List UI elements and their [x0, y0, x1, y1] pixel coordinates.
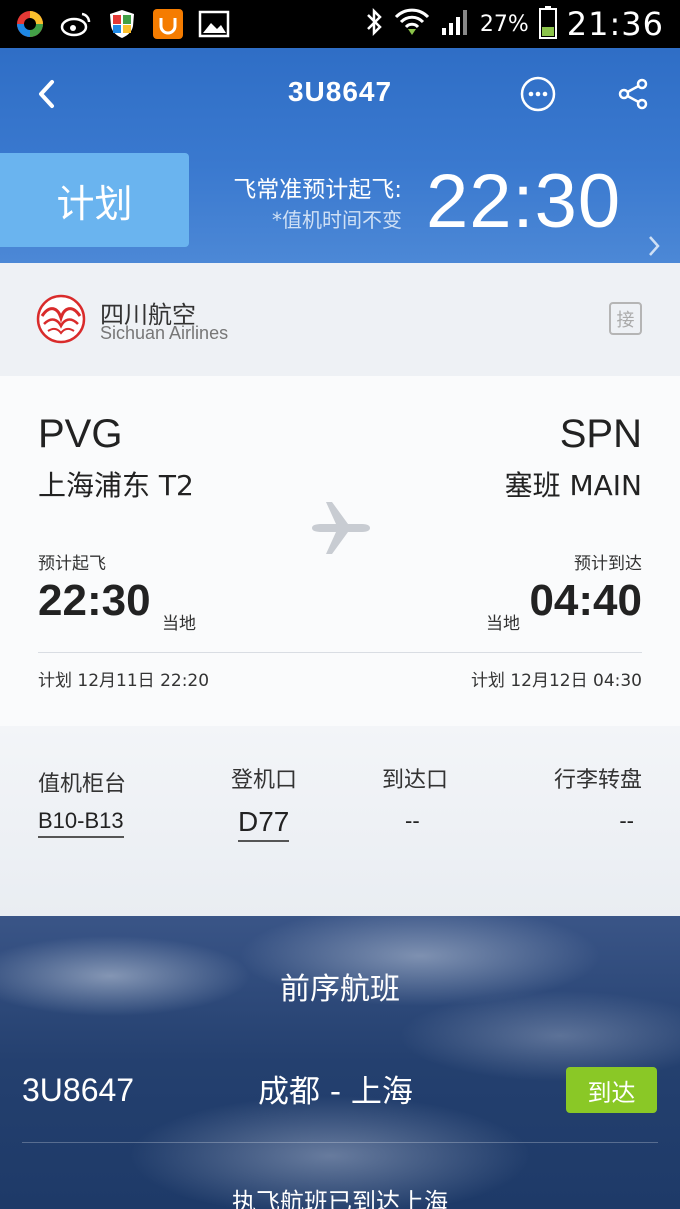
boarding-gate-value[interactable]: D77: [238, 806, 290, 842]
divider: [22, 1142, 658, 1143]
didi-icon: [152, 8, 184, 40]
previous-flight-title: 前序航班: [280, 972, 400, 1007]
battery-percent: 27%: [479, 11, 529, 37]
origin-code: PVG: [38, 412, 123, 456]
departure-local-label: 当地: [162, 614, 196, 634]
flight-status-tag: 计划: [0, 153, 189, 247]
baggage-carousel-label: 行李转盘: [553, 768, 642, 793]
origin-city: 上海浦东 T2: [38, 469, 194, 502]
clock: 21:36: [566, 5, 664, 43]
app-notification-icon: [14, 8, 46, 40]
arrived-status-badge: 到达: [566, 1067, 657, 1113]
arrival-time: 04:40: [529, 576, 642, 625]
departure-time: 22:30: [38, 576, 151, 625]
status-bar: 27% 21:36: [0, 0, 680, 48]
airline-name-en: Sichuan Airlines: [100, 323, 229, 343]
bluetooth-icon: [364, 7, 384, 41]
flight-header: 3U8647 计划 飞常准预计起飞: *值机时间不变 22:30: [0, 48, 680, 263]
airplane-icon: [308, 496, 372, 560]
previous-flight-route[interactable]: 成都 - 上海: [258, 1066, 413, 1111]
security-shield-icon: [106, 8, 138, 40]
planned-departure: 计划 12月11日 22:20: [38, 671, 210, 691]
route-card: PVG SPN 上海浦东 T2 塞班 MAIN 预计起飞 预计到达 22:30 …: [0, 376, 680, 726]
more-options-icon[interactable]: [520, 76, 556, 112]
sichuan-airlines-logo-icon: [36, 294, 86, 344]
airline-info: 四川航空 Sichuan Airlines 接: [0, 263, 680, 376]
gate-info: 值机柜台 B10-B13 登机口 D77 到达口 -- 行李转盘 --: [0, 726, 680, 916]
estimate-note: *值机时间不变: [272, 208, 402, 232]
chevron-right-icon[interactable]: [647, 234, 661, 258]
previous-flight-section: 前序航班 3U8647 成都 - 上海 到达 执飞航班已到达上海: [0, 916, 680, 1209]
checkin-counter-value[interactable]: B10-B13: [38, 808, 124, 838]
destination-code: SPN: [559, 412, 642, 456]
estimate-label: 飞常准预计起飞:: [233, 177, 402, 203]
battery-icon: [538, 5, 557, 43]
planned-arrival: 计划 12月12日 04:30: [470, 671, 642, 691]
previous-flight-note: 执飞航班已到达上海: [232, 1188, 448, 1209]
estimated-departure-time[interactable]: 22:30: [426, 158, 621, 245]
arrival-local-label: 当地: [486, 614, 520, 634]
gallery-icon: [198, 8, 230, 40]
boarding-gate-label: 登机口: [231, 768, 298, 793]
share-icon[interactable]: [618, 78, 648, 110]
arrival-label: 预计到达: [574, 554, 642, 574]
departure-label: 预计起飞: [38, 554, 106, 574]
page-title: 3U8647: [287, 76, 393, 107]
destination-city: 塞班 MAIN: [504, 469, 642, 502]
previous-flight-number[interactable]: 3U8647: [22, 1072, 134, 1109]
weibo-icon: [60, 8, 92, 40]
pickup-button[interactable]: 接: [609, 302, 642, 335]
checkin-counter-label: 值机柜台: [38, 772, 127, 797]
signal-icon: [440, 8, 470, 40]
arrival-gate-value: --: [405, 808, 420, 833]
baggage-carousel-value: --: [619, 808, 634, 833]
divider: [38, 652, 642, 653]
arrival-gate-label: 到达口: [382, 768, 449, 793]
wifi-icon: [394, 7, 430, 41]
